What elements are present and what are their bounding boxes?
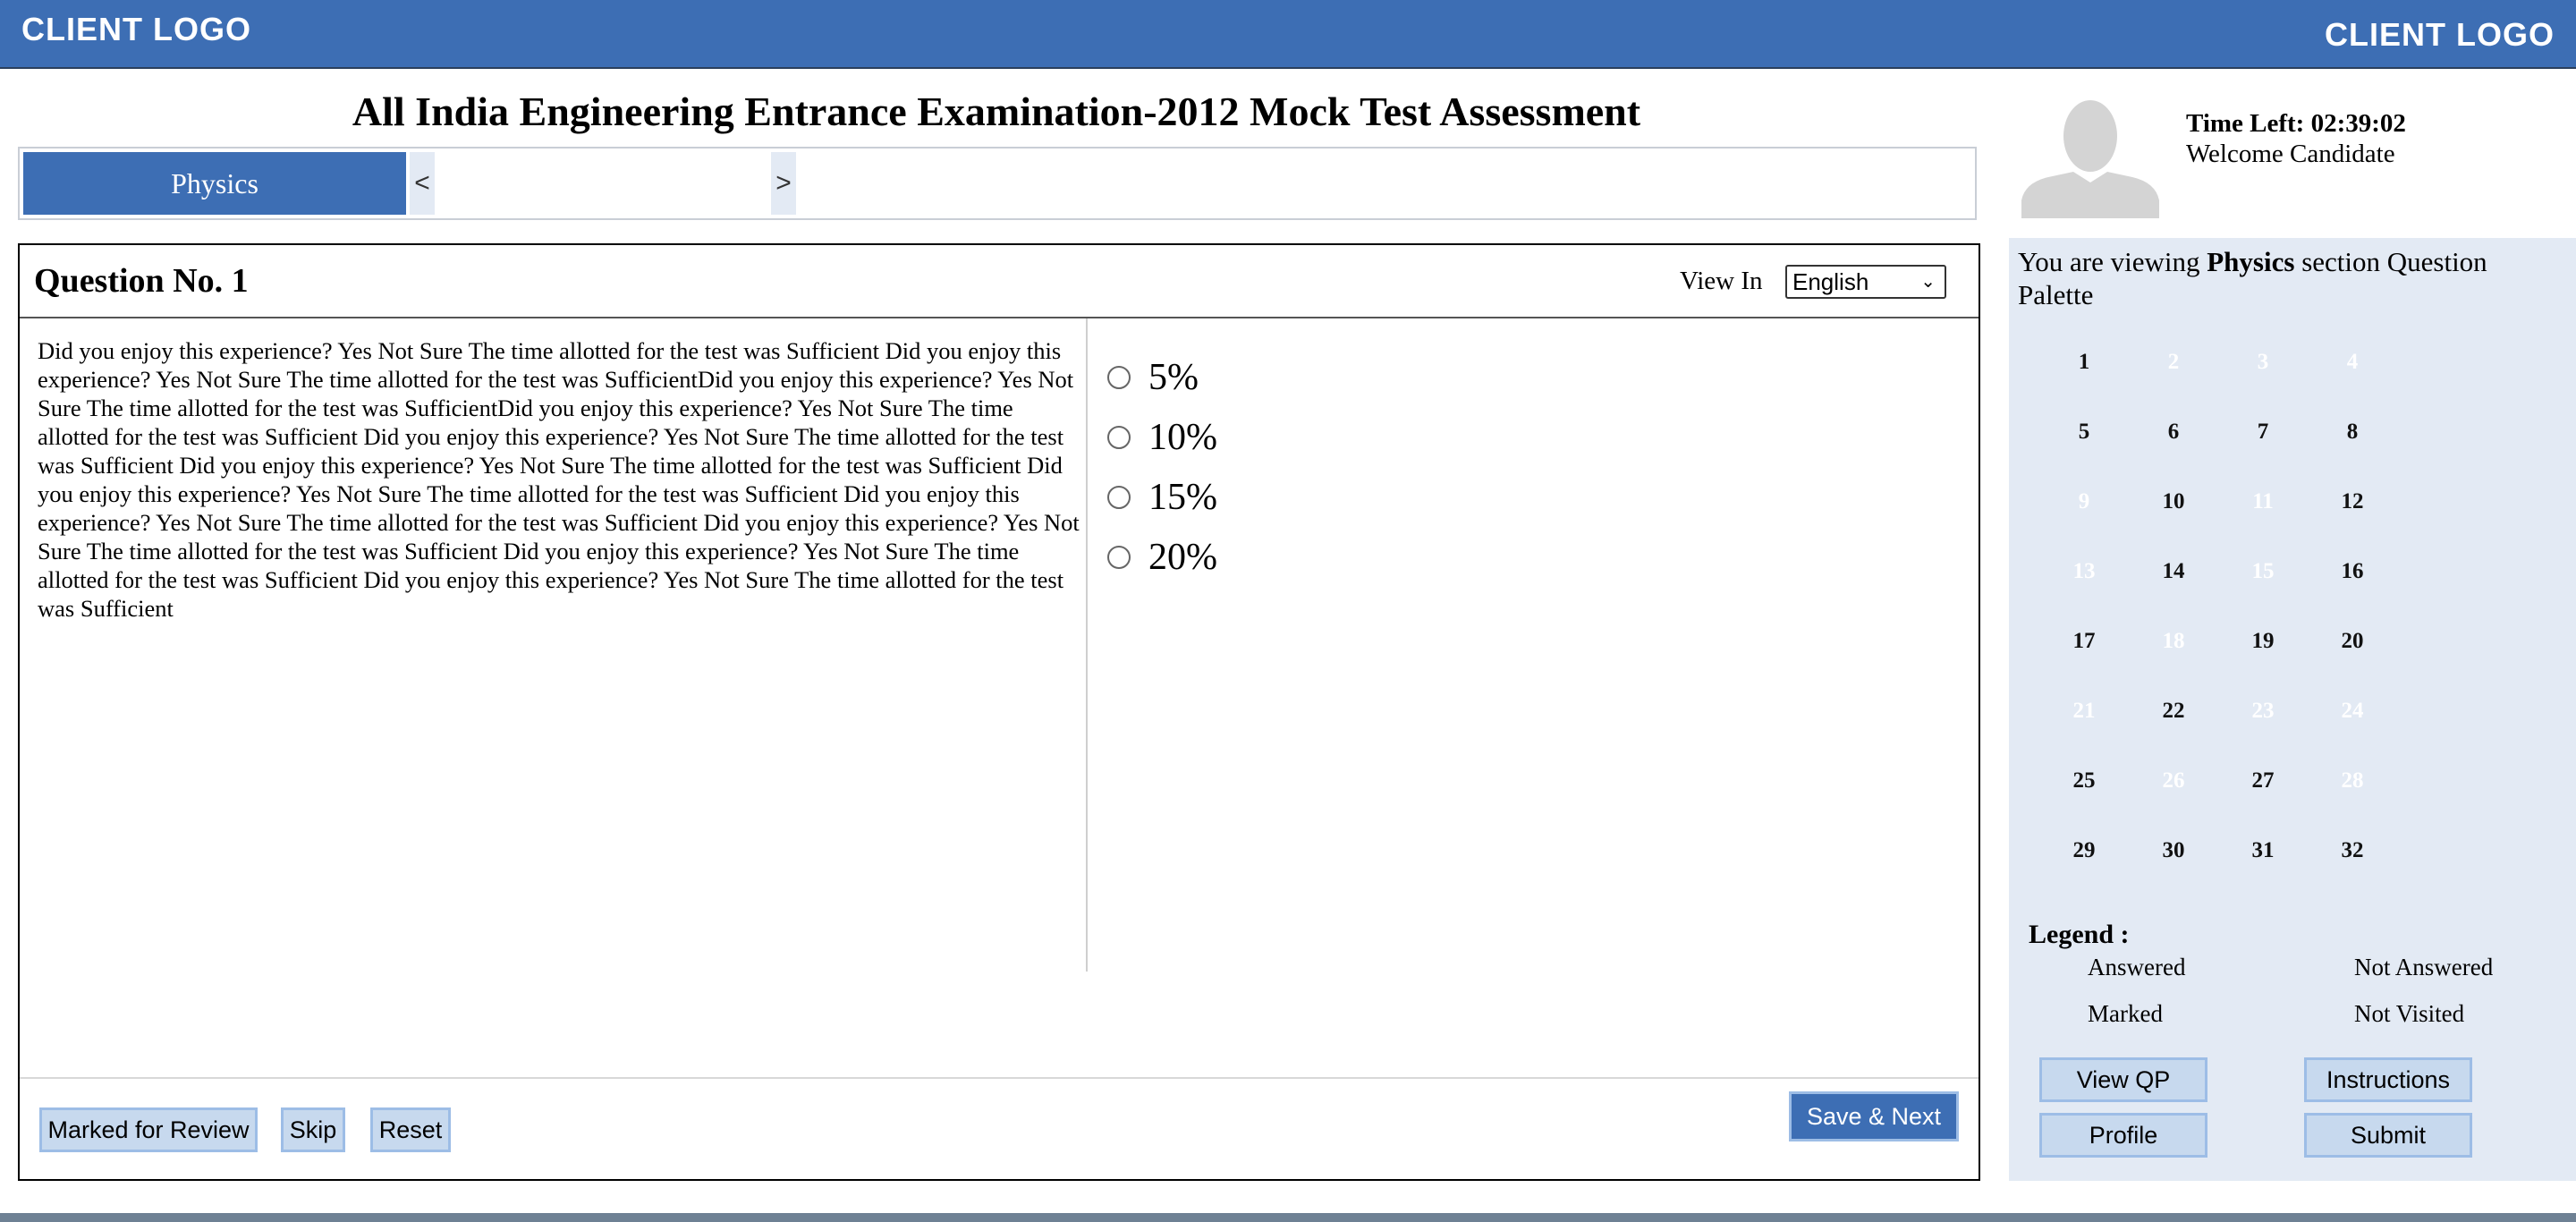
palette-question-21[interactable]: 21 (2039, 676, 2129, 746)
question-header: Question No. 1 View In English ⌄ (20, 245, 1979, 318)
answer-options: 5% 10% 15% 20% (1107, 347, 1217, 587)
palette-question-15[interactable]: 15 (2218, 537, 2308, 607)
section-next-arrow[interactable]: > (771, 152, 796, 215)
question-number: Question No. 1 (34, 262, 249, 300)
radio-button[interactable] (1107, 425, 1131, 449)
profile-button[interactable]: Profile (2039, 1113, 2207, 1158)
option-d[interactable]: 20% (1107, 527, 1217, 587)
palette-question-19[interactable]: 19 (2218, 607, 2308, 676)
palette-question-29[interactable]: 29 (2039, 816, 2129, 886)
question-panel: Question No. 1 View In English ⌄ Did you… (18, 243, 1980, 1181)
palette-section-name: Physics (2207, 246, 2295, 277)
radio-button[interactable] (1107, 485, 1131, 509)
radio-button[interactable] (1107, 365, 1131, 389)
welcome-text: Welcome Candidate (2186, 140, 2395, 168)
palette-question-4[interactable]: 4 (2308, 327, 2397, 397)
palette-question-26[interactable]: 26 (2129, 746, 2218, 816)
palette-title: You are viewing Physics section Question… (2018, 246, 2487, 310)
option-c[interactable]: 15% (1107, 467, 1217, 527)
option-a[interactable]: 5% (1107, 347, 1217, 407)
radio-button[interactable] (1107, 545, 1131, 569)
time-left: Time Left: 02:39:02 (2186, 109, 2406, 138)
palette-question-20[interactable]: 20 (2308, 607, 2397, 676)
palette-question-31[interactable]: 31 (2218, 816, 2308, 886)
legend-marked: Marked (2088, 1000, 2163, 1027)
legend-not-visited: Not Visited (2354, 1000, 2465, 1027)
palette-question-6[interactable]: 6 (2129, 397, 2218, 467)
language-selected-value: English (1792, 267, 1869, 295)
top-header-bar: CLIENT LOGO CLIENT LOGO (0, 0, 2576, 69)
palette-question-10[interactable]: 10 (2129, 467, 2218, 537)
legend-answered: Answered (2088, 954, 2186, 980)
exam-title: All India Engineering Entrance Examinati… (352, 89, 1641, 134)
legend-title: Legend : (2029, 920, 2130, 949)
palette-question-17[interactable]: 17 (2039, 607, 2129, 676)
chevron-down-icon: ⌄ (1920, 272, 1936, 292)
palette-question-27[interactable]: 27 (2218, 746, 2308, 816)
palette-question-3[interactable]: 3 (2218, 327, 2308, 397)
palette-question-18[interactable]: 18 (2129, 607, 2218, 676)
client-logo-right: CLIENT LOGO (2325, 16, 2555, 53)
instructions-button[interactable]: Instructions (2304, 1057, 2472, 1102)
question-palette-grid: 1 2 3 4 5 6 7 8 9 10 11 12 13 14 15 16 17 18 19 20 21 22 23 24 2… (2039, 327, 2397, 886)
option-label: 20% (1148, 536, 1217, 578)
legend-not-answered: Not Answered (2354, 954, 2494, 980)
palette-question-13[interactable]: 13 (2039, 537, 2129, 607)
palette-question-2[interactable]: 2 (2129, 327, 2218, 397)
option-label: 10% (1148, 416, 1217, 458)
palette-question-5[interactable]: 5 (2039, 397, 2129, 467)
question-text: Did you enjoy this experience? Yes Not S… (38, 337, 1080, 622)
palette-question-12[interactable]: 12 (2308, 467, 2397, 537)
palette-question-22[interactable]: 22 (2129, 676, 2218, 746)
option-b[interactable]: 10% (1107, 407, 1217, 467)
question-palette-panel: You are viewing Physics section Question… (2009, 238, 2576, 1181)
palette-question-16[interactable]: 16 (2308, 537, 2397, 607)
option-label: 5% (1148, 356, 1199, 398)
palette-question-9[interactable]: 9 (2039, 467, 2129, 537)
bottom-strip (0, 1213, 2576, 1222)
palette-question-8[interactable]: 8 (2308, 397, 2397, 467)
palette-question-24[interactable]: 24 (2308, 676, 2397, 746)
skip-button[interactable]: Skip (281, 1107, 345, 1152)
question-footer: Marked for Review Skip Reset Save & Next (20, 1077, 1979, 1181)
palette-question-7[interactable]: 7 (2218, 397, 2308, 467)
view-qp-button[interactable]: View QP (2039, 1057, 2207, 1102)
save-and-next-button[interactable]: Save & Next (1789, 1091, 1959, 1141)
view-in-label: View In (1680, 267, 1763, 295)
language-select[interactable]: English ⌄ (1785, 265, 1946, 299)
palette-question-32[interactable]: 32 (2308, 816, 2397, 886)
client-logo-left: CLIENT LOGO (21, 11, 251, 47)
user-silhouette-icon (2021, 100, 2159, 218)
reset-button[interactable]: Reset (370, 1107, 451, 1152)
content-divider (1086, 318, 1088, 972)
palette-question-11[interactable]: 11 (2218, 467, 2308, 537)
palette-question-28[interactable]: 28 (2308, 746, 2397, 816)
tab-physics[interactable]: Physics (23, 152, 406, 215)
palette-question-14[interactable]: 14 (2129, 537, 2218, 607)
palette-question-23[interactable]: 23 (2218, 676, 2308, 746)
palette-question-1[interactable]: 1 (2039, 327, 2129, 397)
submit-button[interactable]: Submit (2304, 1113, 2472, 1158)
palette-question-30[interactable]: 30 (2129, 816, 2218, 886)
palette-question-25[interactable]: 25 (2039, 746, 2129, 816)
section-prev-arrow[interactable]: < (410, 152, 435, 215)
option-label: 15% (1148, 476, 1217, 518)
mark-for-review-button[interactable]: Marked for Review (39, 1107, 258, 1152)
section-tabs-bar: Physics < > (18, 147, 1977, 220)
